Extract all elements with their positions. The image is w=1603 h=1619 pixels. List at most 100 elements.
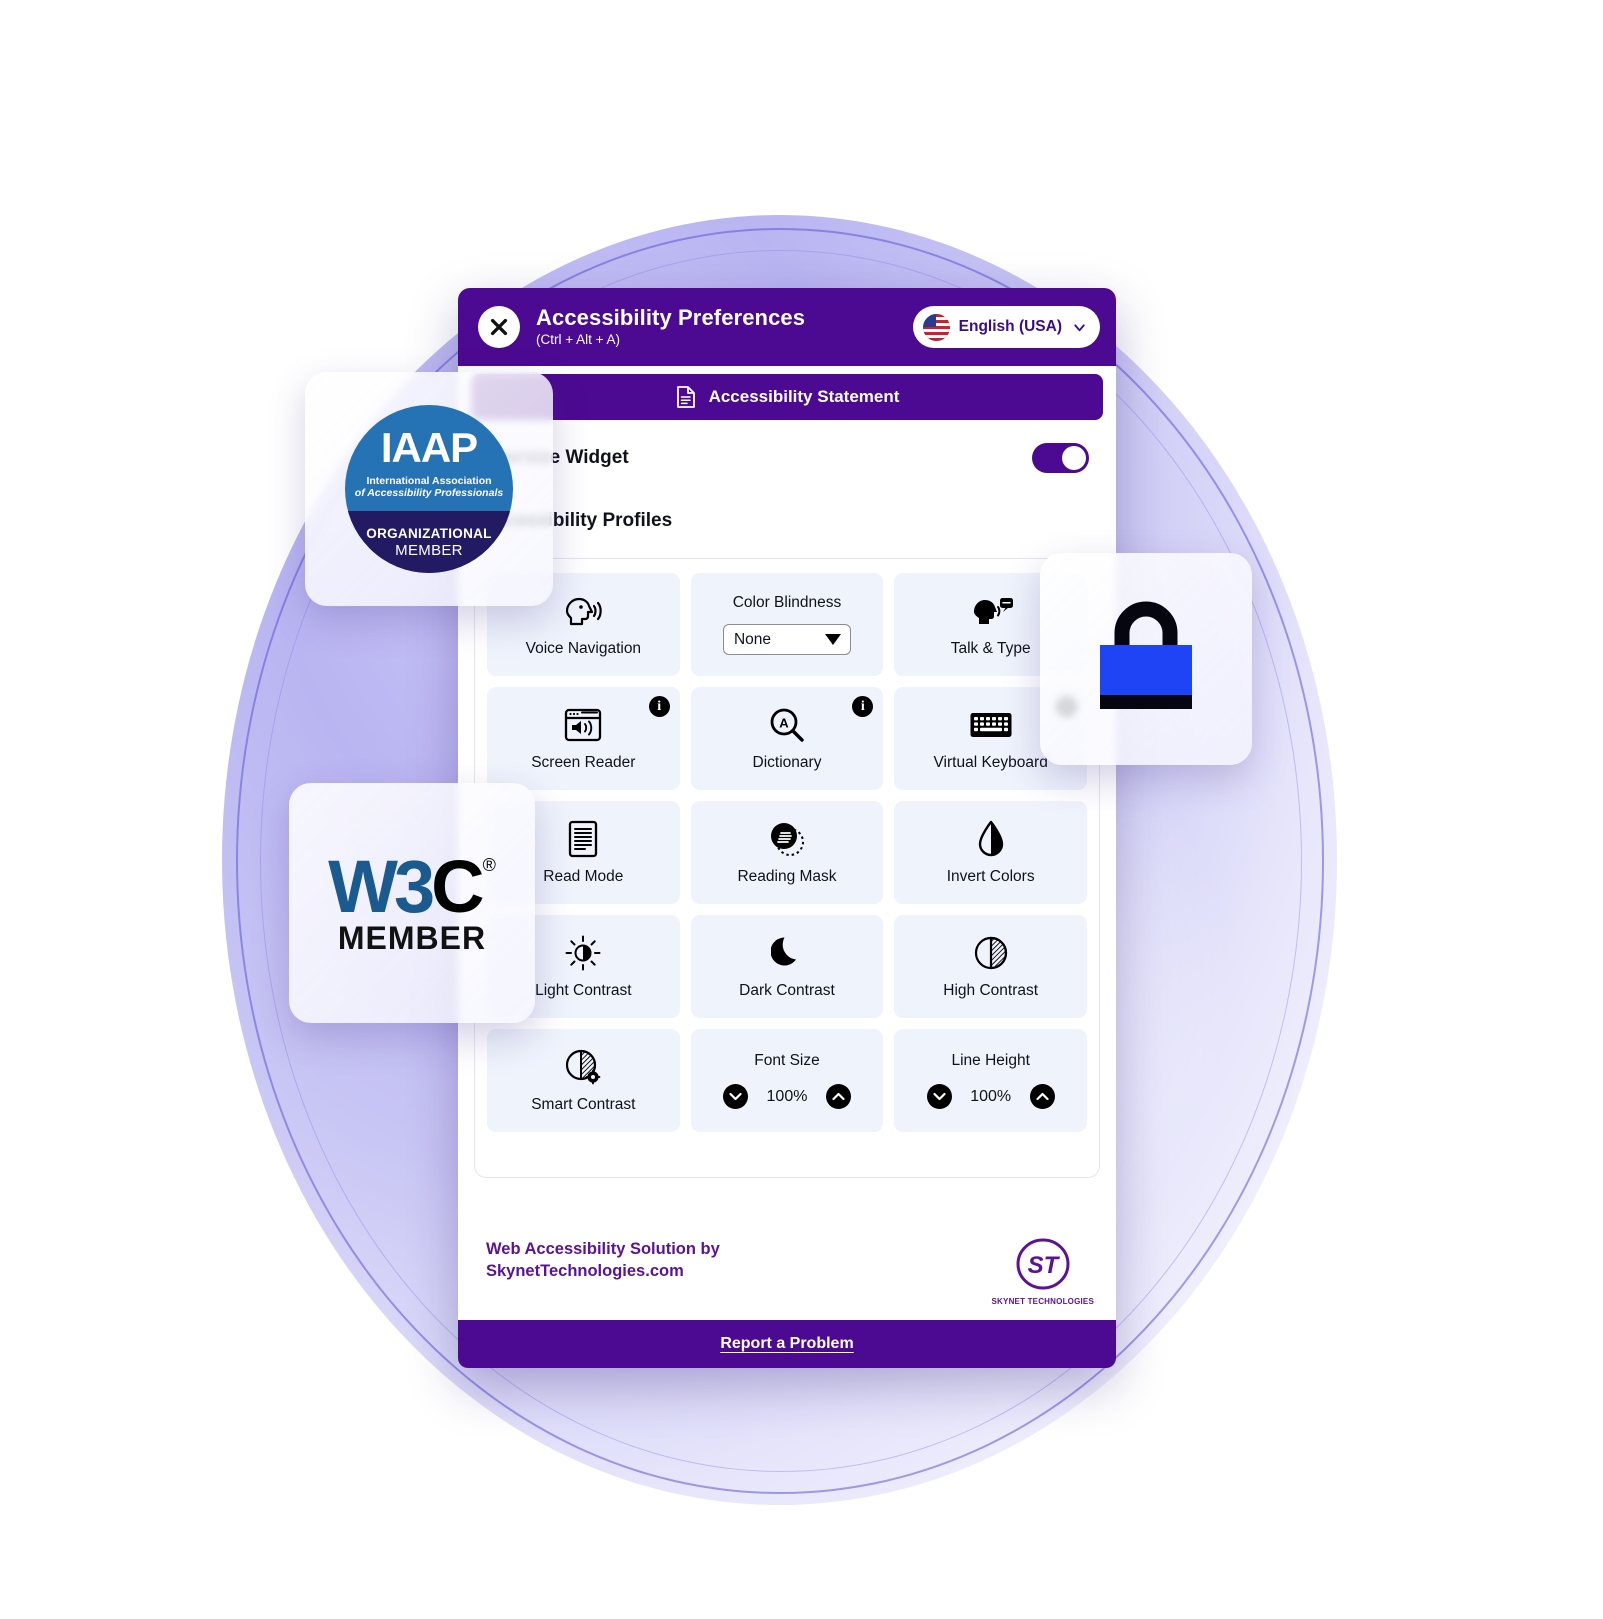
tile-label: Virtual Keyboard <box>933 754 1048 772</box>
chevron-up-icon <box>1036 1092 1049 1101</box>
language-label: English (USA) <box>958 318 1062 335</box>
iaap-tier-line-1: ORGANIZATIONAL <box>366 525 492 541</box>
tile-dark-contrast[interactable]: Dark Contrast <box>690 915 884 1018</box>
w3c-mark-black: C <box>431 844 484 928</box>
iaap-line-1: International Association <box>366 475 492 487</box>
info-icon[interactable]: i <box>852 696 874 717</box>
tile-font-size[interactable]: Font Size 100% <box>690 1029 884 1132</box>
w3c-mark-blue: W3 <box>328 844 435 928</box>
line-height-decrease-button[interactable] <box>926 1084 952 1109</box>
caret-down-icon <box>824 634 841 645</box>
font-size-value: 100% <box>766 1087 808 1105</box>
tile-label: Color Blindness <box>732 594 842 611</box>
smart-contrast-icon <box>564 1047 602 1087</box>
dictionary-icon: A <box>768 705 806 745</box>
tile-label: Light Contrast <box>535 982 632 1000</box>
chevron-down-icon <box>933 1092 946 1101</box>
tile-reading-mask[interactable]: Reading Mask <box>690 801 884 904</box>
panel-body: Oversize Widget Accessibility Profiles V… <box>458 420 1116 1220</box>
credit-line-1: Web Accessibility Solution by <box>486 1240 720 1258</box>
tile-line-height[interactable]: Line Height 100% <box>894 1029 1087 1132</box>
line-height-value: 100% <box>970 1087 1012 1105</box>
skynet-logo-icon: ST <box>1016 1238 1070 1290</box>
report-problem-bar: Report a Problem <box>458 1320 1116 1368</box>
skynet-logo-name: SKYNET TECHNOLOGIES <box>991 1297 1094 1306</box>
tile-label: Smart Contrast <box>531 1096 636 1114</box>
features-card: Voice Navigation Color Blindness None Ta… <box>474 558 1100 1178</box>
tile-label: Voice Navigation <box>525 640 642 658</box>
tile-screen-reader[interactable]: i Screen Reader <box>487 687 680 790</box>
chevron-down-icon <box>729 1092 742 1101</box>
iaap-logo: IAAP International Association of Access… <box>345 405 513 573</box>
screenshot-root: Accessibility Preferences (Ctrl + Alt + … <box>0 0 1603 1619</box>
tile-label: Reading Mask <box>737 868 837 886</box>
reading-mask-icon <box>768 819 806 859</box>
iaap-badge-card: IAAP International Association of Access… <box>305 372 553 606</box>
oversize-widget-toggle[interactable] <box>1032 443 1089 473</box>
features-grid: Voice Navigation Color Blindness None Ta… <box>487 573 1087 1132</box>
color-blindness-value: None <box>733 630 772 648</box>
accessibility-statement-button[interactable]: Accessibility Statement <box>471 374 1103 420</box>
w3c-logo: W3 C ® MEMBER <box>328 844 496 957</box>
tile-label: Screen Reader <box>531 754 636 772</box>
chevron-down-icon <box>1074 323 1085 331</box>
talk-and-type-icon <box>968 591 1014 631</box>
font-size-decrease-button[interactable] <box>722 1084 748 1109</box>
tile-invert-colors[interactable]: Invert Colors <box>894 801 1087 904</box>
language-selector[interactable]: English (USA) <box>912 306 1100 348</box>
w3c-member-label: MEMBER <box>337 919 487 956</box>
tile-label: High Contrast <box>943 982 1039 1000</box>
close-button[interactable] <box>478 306 520 348</box>
usa-flag-icon <box>922 313 950 341</box>
accessibility-widget-panel: Accessibility Preferences (Ctrl + Alt + … <box>458 288 1116 1368</box>
toggle-knob <box>1062 446 1086 470</box>
oversize-widget-row: Oversize Widget <box>471 420 1103 496</box>
font-size-stepper: 100% <box>722 1084 851 1109</box>
shopping-bag-icon <box>1100 601 1192 709</box>
tile-high-contrast[interactable]: High Contrast <box>894 915 1087 1018</box>
report-problem-link[interactable]: Report a Problem <box>720 1335 853 1353</box>
font-size-increase-button[interactable] <box>825 1084 851 1109</box>
dark-contrast-icon <box>770 933 803 973</box>
registered-trademark-icon: ® <box>482 854 496 875</box>
line-height-increase-button[interactable] <box>1029 1084 1055 1109</box>
svg-text:A: A <box>779 716 789 731</box>
iaap-acronym: IAAP <box>380 424 478 471</box>
iaap-tier-line-2: MEMBER <box>395 541 463 559</box>
tile-label: Dark Contrast <box>739 982 835 1000</box>
iaap-line-2: of Accessibility Professionals <box>354 487 504 499</box>
w3c-mark: W3 C ® <box>328 844 496 928</box>
tile-color-blindness[interactable]: Color Blindness None <box>690 573 884 676</box>
tile-label: Invert Colors <box>946 868 1035 886</box>
line-height-stepper: 100% <box>926 1084 1055 1109</box>
shopping-bag-card <box>1040 553 1252 765</box>
read-mode-icon <box>568 819 598 859</box>
tile-dictionary[interactable]: i A Dictionary <box>690 687 884 790</box>
info-icon[interactable]: i <box>648 696 670 717</box>
voice-navigation-icon <box>561 591 605 631</box>
accessibility-profiles-row[interactable]: Accessibility Profiles <box>471 496 1103 546</box>
page-title: Accessibility Preferences <box>536 304 806 330</box>
tile-label: Line Height <box>951 1052 1030 1069</box>
tile-label: Dictionary <box>752 754 822 772</box>
invert-colors-icon <box>977 819 1005 859</box>
screen-reader-icon <box>563 705 603 745</box>
tile-label: Talk & Type <box>950 640 1031 658</box>
keyboard-shortcut-hint: (Ctrl + Alt + A) <box>536 332 621 348</box>
virtual-keyboard-icon <box>969 705 1013 745</box>
tile-smart-contrast[interactable]: Smart Contrast <box>487 1029 680 1132</box>
iaap-membership-tier: ORGANIZATIONAL MEMBER <box>345 511 513 573</box>
panel-header: Accessibility Preferences (Ctrl + Alt + … <box>458 288 1116 366</box>
tile-label: Read Mode <box>543 868 624 886</box>
tile-label: Font Size <box>754 1052 820 1069</box>
panel-footer: Web Accessibility Solution by SkynetTech… <box>458 1220 1116 1320</box>
svg-text:ST: ST <box>1027 1252 1060 1279</box>
credit-line-2[interactable]: SkynetTechnologies.com <box>486 1260 720 1282</box>
close-icon <box>490 318 508 336</box>
document-icon <box>676 386 695 408</box>
header-text-block: Accessibility Preferences (Ctrl + Alt + … <box>536 304 897 348</box>
credit-block: Web Accessibility Solution by SkynetTech… <box>486 1238 720 1283</box>
chevron-up-icon <box>832 1092 845 1101</box>
color-blindness-select[interactable]: None <box>722 624 851 655</box>
accessibility-statement-label: Accessibility Statement <box>708 387 900 406</box>
